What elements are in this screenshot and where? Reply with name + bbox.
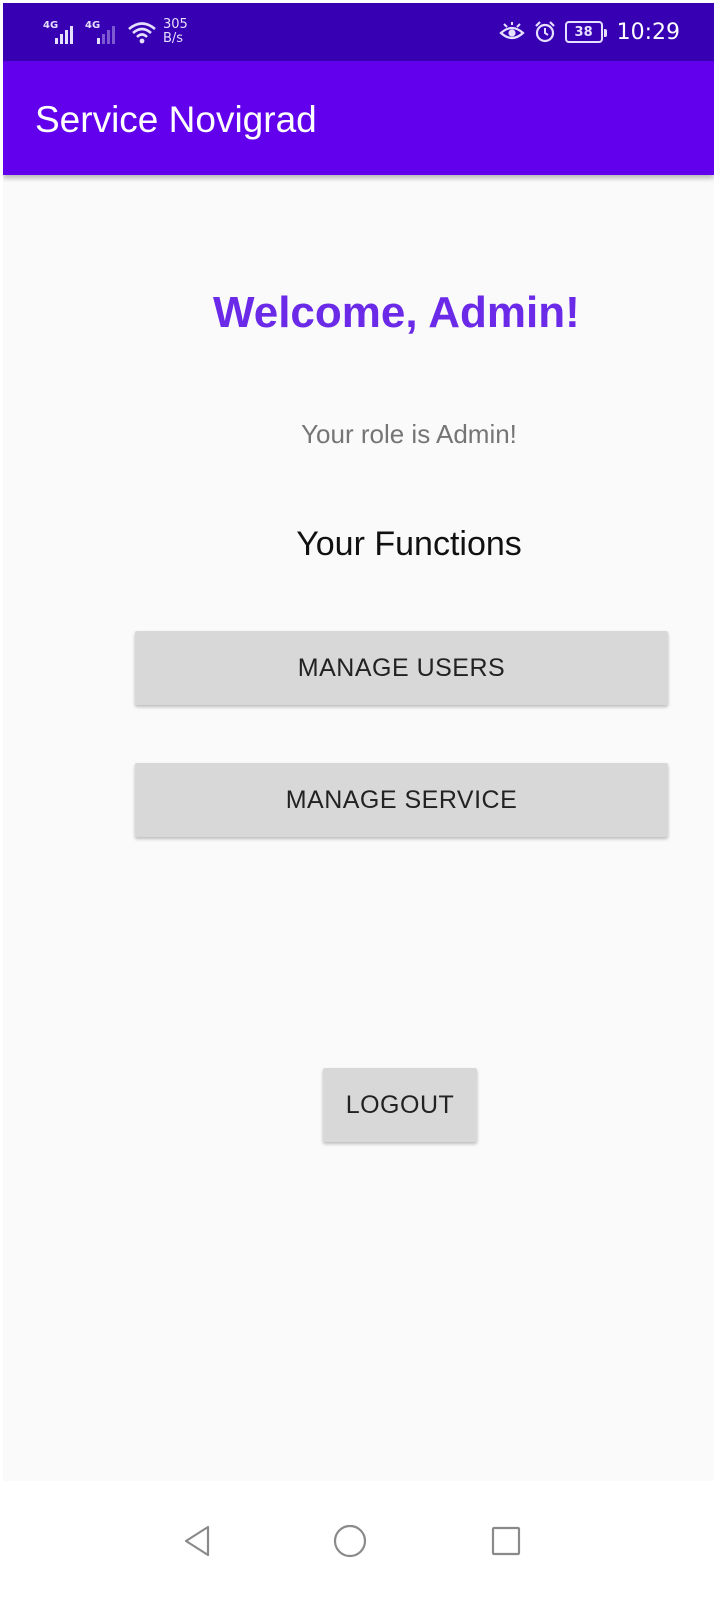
wifi-icon: [128, 22, 156, 44]
battery-level: 38: [574, 24, 593, 40]
home-icon[interactable]: [330, 1521, 370, 1561]
battery-icon: 38: [564, 21, 607, 43]
app-bar: Service Novigrad: [3, 61, 714, 175]
network-speed-value: 305: [163, 17, 188, 32]
welcome-heading: Welcome, Admin!: [213, 288, 580, 337]
device-screen: 4G 4G 305 B/s 38 10:29 Service Novigrad …: [3, 3, 714, 1605]
eye-comfort-icon: [498, 22, 525, 40]
navigation-bar: [3, 1481, 714, 1605]
status-right-group: 38 10:29: [498, 15, 680, 49]
functions-heading: Your Functions: [296, 525, 522, 563]
alarm-icon: [534, 21, 555, 43]
manage-service-button[interactable]: MANAGE SERVICE: [135, 763, 668, 837]
app-title: Service Novigrad: [35, 99, 317, 140]
signal-sim1-icon: 4G: [43, 18, 79, 46]
recent-apps-icon[interactable]: [486, 1521, 526, 1561]
signal-sim2-icon: 4G: [85, 18, 121, 46]
status-bar: 4G 4G 305 B/s 38 10:29: [3, 3, 714, 61]
back-icon[interactable]: [178, 1521, 218, 1561]
network-speed-unit: B/s: [163, 31, 184, 46]
welcome-heading-row: Welcome, Admin!: [3, 288, 714, 338]
status-time: 10:29: [616, 19, 680, 45]
logout-button[interactable]: LOGOUT: [323, 1068, 477, 1142]
manage-users-button[interactable]: MANAGE USERS: [135, 631, 668, 705]
role-text: Your role is Admin!: [301, 419, 517, 449]
status-left-group: 4G 4G 305 B/s: [43, 15, 188, 49]
network-speed: 305 B/s: [163, 18, 188, 46]
